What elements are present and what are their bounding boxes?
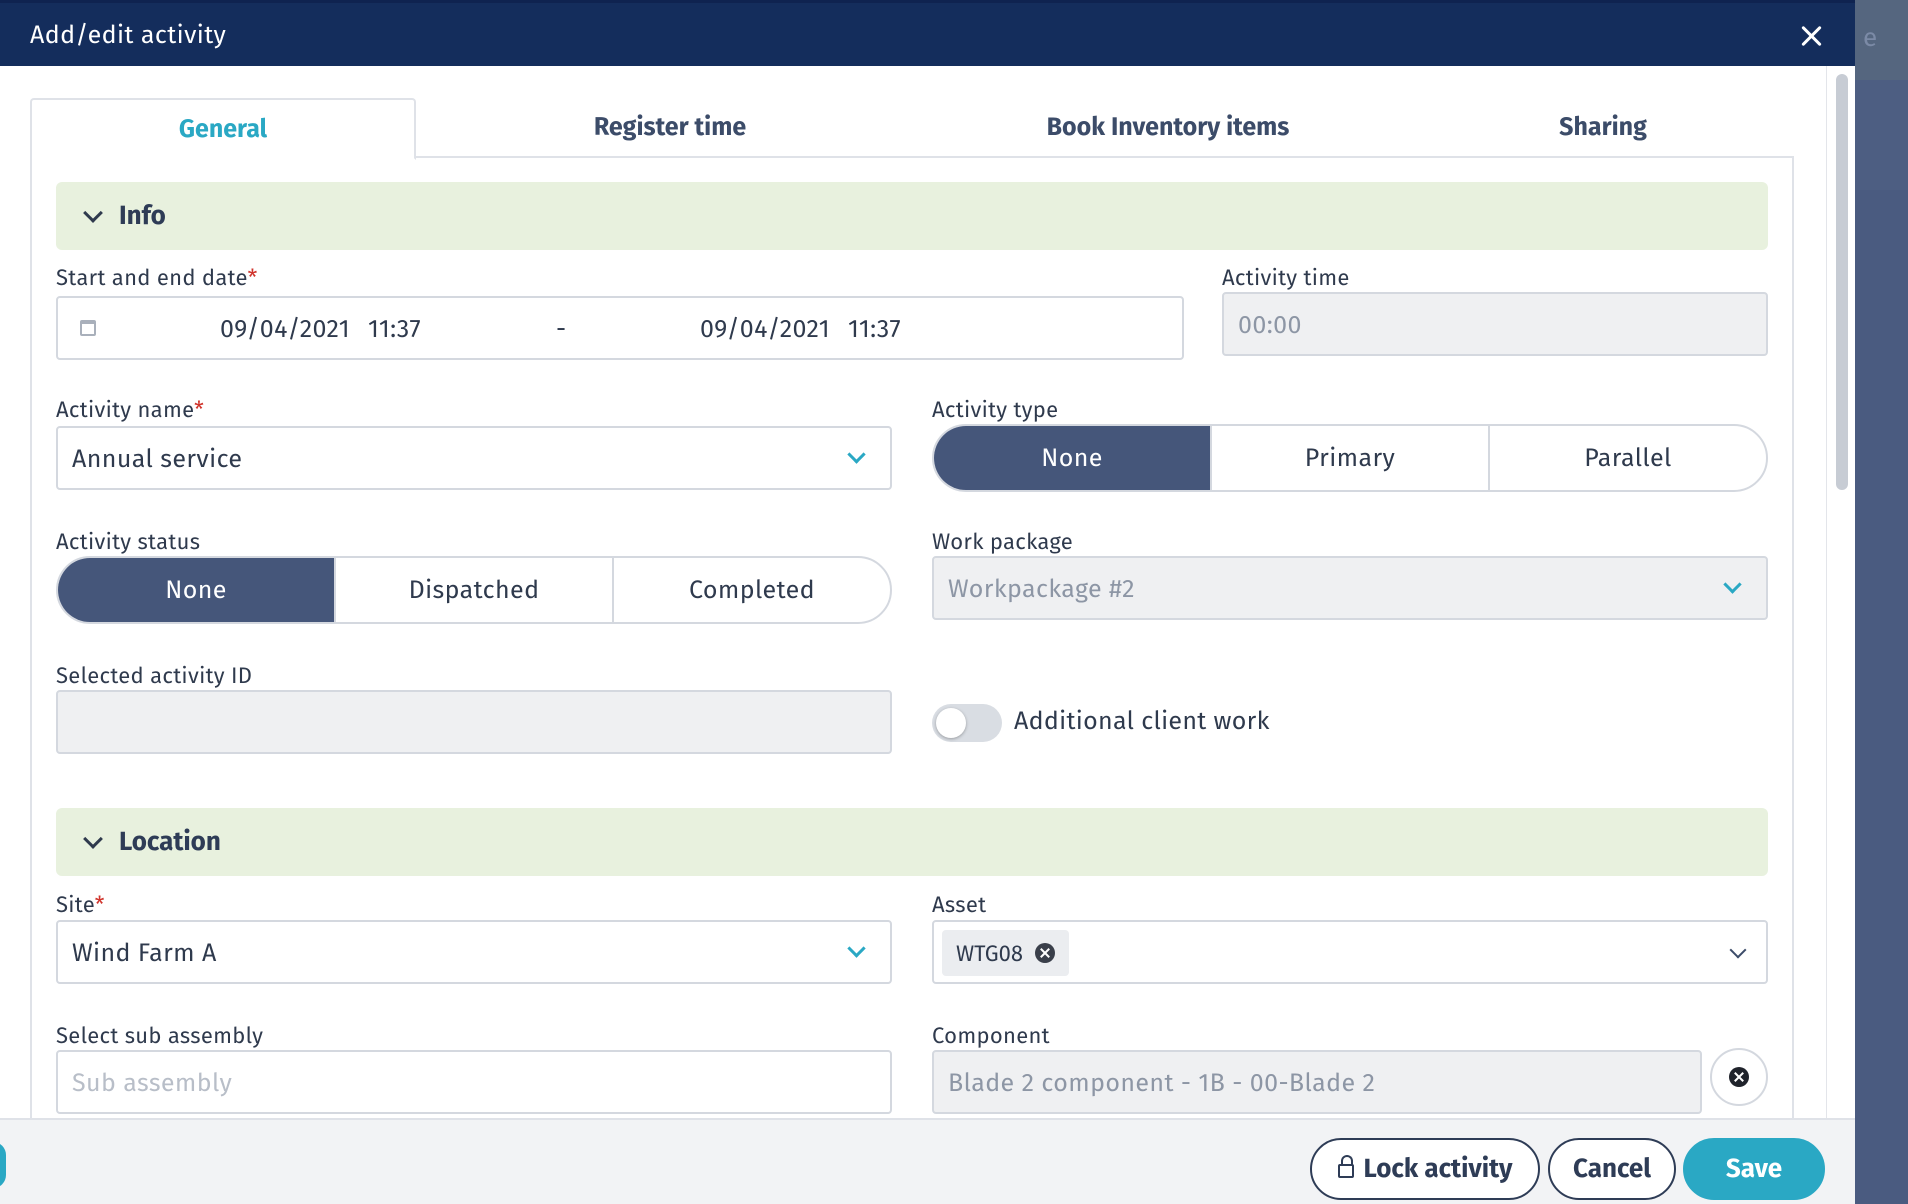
asset-multiselect[interactable]: WTG08 (932, 920, 1768, 984)
activity-status-segmented: None Dispatched Completed (56, 556, 892, 624)
start-time: 11:37 (368, 314, 421, 344)
activity-status-label: Activity status (56, 528, 201, 555)
chevron-down-icon (83, 203, 103, 223)
component-label: Component (932, 1022, 1050, 1049)
lock-activity-button[interactable]: Lock activity (1310, 1138, 1540, 1200)
chevron-down-icon (83, 829, 103, 849)
dialog-header: Add/edit activity (0, 0, 1855, 66)
info-section-header[interactable]: Info (56, 182, 1768, 250)
component-field: Blade 2 component - 1B - 00-Blade 2 (932, 1050, 1702, 1114)
sub-assembly-placeholder: Sub assembly (72, 1068, 233, 1098)
end-date: 09/04/2021 (700, 314, 830, 344)
activity-name-value: Annual service (72, 444, 243, 474)
clear-icon (1729, 1067, 1749, 1087)
save-button[interactable]: Save (1683, 1138, 1825, 1200)
dialog-title: Add/edit activity (30, 20, 227, 50)
asset-chip: WTG08 (942, 930, 1070, 976)
activity-time-value: 00:00 (1238, 310, 1302, 340)
activity-time-label: Activity time (1222, 264, 1350, 291)
location-section-title: Location (119, 826, 221, 857)
help-fab-edge[interactable] (0, 1142, 6, 1188)
add-edit-activity-dialog: Add/edit activity General Register time … (0, 0, 1855, 1204)
component-value: Blade 2 component - 1B - 00-Blade 2 (948, 1068, 1376, 1098)
tab-general[interactable]: General (30, 98, 416, 160)
site-value: Wind Farm A (72, 938, 217, 968)
sub-assembly-input[interactable]: Sub assembly (56, 1050, 892, 1114)
additional-client-work-label: Additional client work (1014, 706, 1270, 736)
tab-register-time[interactable]: Register time (416, 98, 924, 158)
activity-type-label: Activity type (932, 396, 1059, 423)
chevron-down-icon (1729, 941, 1747, 959)
chevron-down-icon (1723, 575, 1742, 594)
asset-label: Asset (932, 891, 987, 918)
tab-bar: General Register time Book Inventory ite… (30, 98, 1794, 160)
location-section-header[interactable]: Location (56, 808, 1768, 876)
activity-time-field: 00:00 (1222, 292, 1768, 356)
start-date: 09/04/2021 (220, 314, 350, 344)
date-range-field[interactable]: 09/04/2021 11:37 - 09/04/2021 11:37 (56, 296, 1184, 360)
range-separator: - (556, 314, 567, 344)
asset-chip-label: WTG08 (956, 939, 1024, 967)
activity-name-label: Activity name* (56, 396, 205, 423)
selected-activity-id-label: Selected activity ID (56, 662, 253, 689)
activity-status-none[interactable]: None (58, 558, 336, 622)
tab-book-inventory-items[interactable]: Book Inventory items (924, 98, 1412, 158)
additional-client-work-toggle[interactable] (932, 704, 1002, 742)
sub-assembly-label: Select sub assembly (56, 1022, 264, 1049)
dialog-footer: Lock activity Cancel Save (0, 1118, 1855, 1204)
calendar-icon (80, 320, 96, 336)
info-section-title: Info (119, 200, 166, 231)
activity-type-segmented: None Primary Parallel (932, 424, 1768, 492)
close-icon[interactable] (1796, 21, 1826, 51)
chevron-down-icon (847, 939, 866, 958)
cancel-button[interactable]: Cancel (1548, 1138, 1676, 1200)
start-end-date-label: Start and end date* (56, 264, 258, 291)
activity-type-primary[interactable]: Primary (1212, 426, 1490, 490)
backdrop-text: e (1863, 22, 1878, 53)
activity-name-select[interactable]: Annual service (56, 426, 892, 490)
toggle-knob (936, 708, 966, 738)
clear-component-button[interactable] (1710, 1048, 1768, 1106)
tab-sharing[interactable]: Sharing (1412, 98, 1794, 158)
site-select[interactable]: Wind Farm A (56, 920, 892, 984)
modal-backdrop: e (1855, 0, 1908, 1204)
lock-activity-label: Lock activity (1363, 1153, 1513, 1184)
work-package-label: Work package (932, 528, 1074, 555)
activity-type-parallel[interactable]: Parallel (1490, 426, 1766, 490)
chevron-down-icon (847, 445, 866, 464)
scrollbar-thumb[interactable] (1836, 74, 1848, 490)
lock-icon (1337, 1155, 1354, 1178)
activity-status-completed[interactable]: Completed (614, 558, 890, 622)
activity-type-none[interactable]: None (934, 426, 1212, 490)
scrollbar[interactable] (1826, 66, 1855, 1118)
end-time: 11:37 (848, 314, 901, 344)
site-label: Site* (56, 891, 105, 918)
work-package-select[interactable]: Workpackage #2 (932, 556, 1768, 620)
remove-chip-icon[interactable] (1035, 943, 1056, 963)
backdrop-page-strip (1855, 0, 1908, 1204)
activity-status-dispatched[interactable]: Dispatched (336, 558, 614, 622)
selected-activity-id-field (56, 690, 892, 754)
work-package-value: Workpackage #2 (948, 574, 1135, 604)
